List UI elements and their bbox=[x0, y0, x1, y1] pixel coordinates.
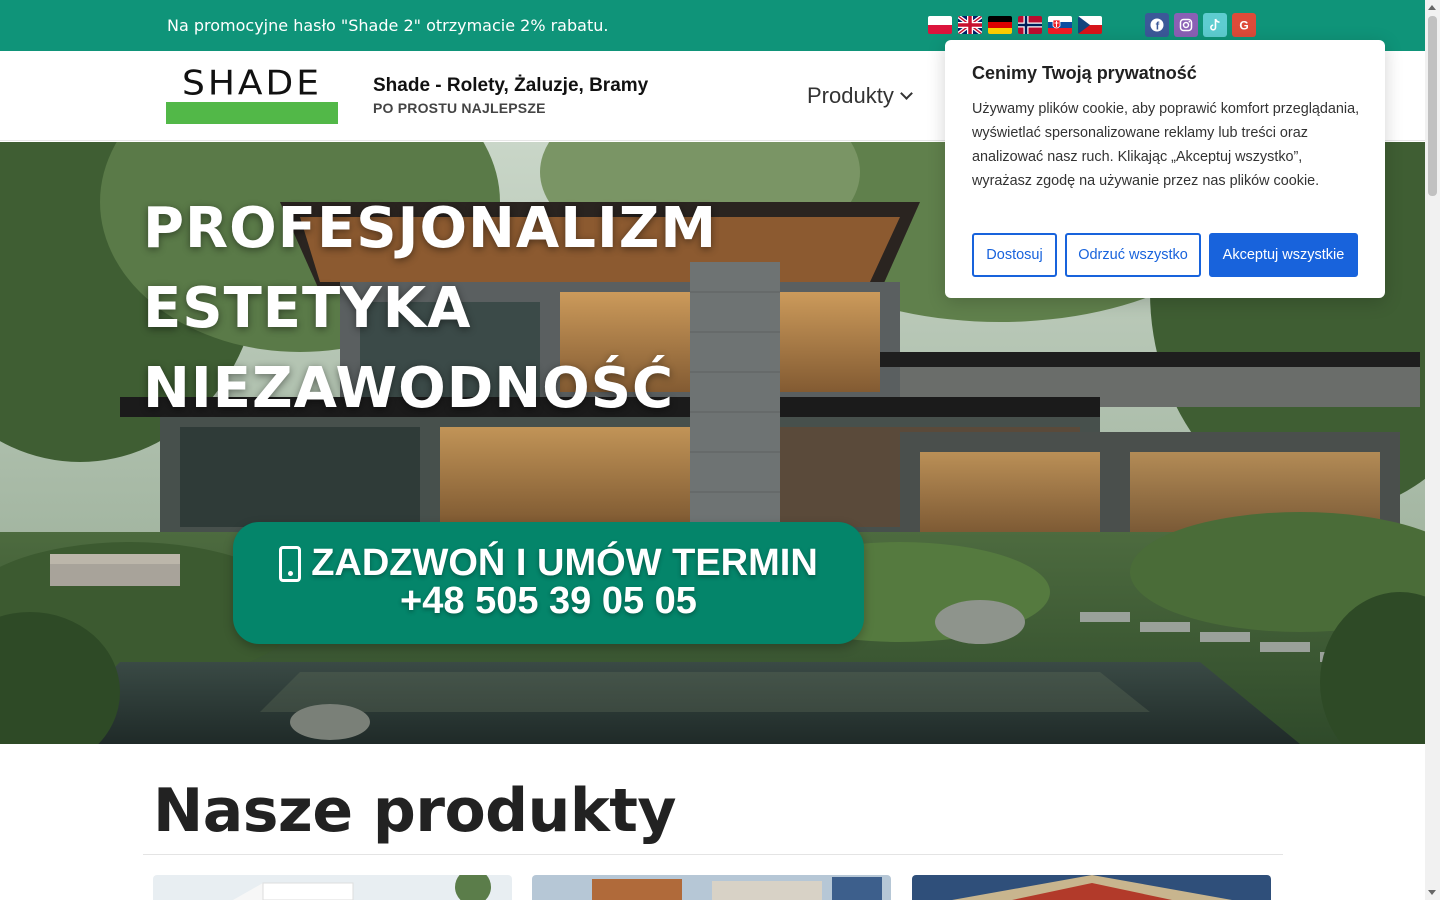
google-icon[interactable]: G bbox=[1232, 13, 1256, 37]
products-heading: Nasze produkty bbox=[153, 776, 677, 846]
cta-text: ZADZWOŃ I UMÓW TERMIN bbox=[311, 542, 818, 584]
svg-text:f: f bbox=[1156, 21, 1160, 33]
product-image-1 bbox=[153, 875, 512, 900]
facebook-icon[interactable]: f bbox=[1145, 13, 1169, 37]
cookie-consent-dialog: Cenimy Twoją prywatność Używamy plików c… bbox=[945, 40, 1385, 298]
chevron-down-icon bbox=[899, 87, 913, 100]
flag-no-icon[interactable] bbox=[1018, 16, 1042, 34]
cookie-reject-all-button[interactable]: Odrzuć wszystko bbox=[1065, 233, 1201, 277]
logo-green-bar bbox=[166, 102, 338, 124]
flag-gb-icon[interactable] bbox=[958, 16, 982, 34]
product-card-2[interactable] bbox=[532, 875, 891, 900]
scrollbar-thumb[interactable] bbox=[1428, 16, 1437, 196]
cookie-title: Cenimy Twoją prywatność bbox=[972, 63, 1197, 83]
nav-produkty-label: Produkty bbox=[807, 83, 894, 108]
section-divider bbox=[143, 854, 1283, 855]
cookie-customize-button[interactable]: Dostosuj bbox=[972, 233, 1057, 277]
social-links: f G bbox=[1145, 13, 1256, 37]
product-image-2 bbox=[532, 875, 891, 900]
call-to-book-button[interactable]: ZADZWOŃ I UMÓW TERMIN +48 505 39 05 05 bbox=[233, 522, 864, 644]
instagram-icon[interactable] bbox=[1174, 13, 1198, 37]
cta-line-1: ZADZWOŃ I UMÓW TERMIN bbox=[233, 542, 864, 585]
scroll-up-arrow-icon[interactable] bbox=[1428, 5, 1436, 10]
mobile-phone-icon bbox=[279, 545, 302, 582]
shade-logo[interactable]: SHADE bbox=[165, 64, 339, 125]
svg-text:G: G bbox=[1239, 19, 1248, 33]
hero-headline-1: PROFESJONALIZM bbox=[143, 196, 718, 261]
cookie-accept-all-button[interactable]: Akceptuj wszystkie bbox=[1209, 233, 1358, 277]
flag-cz-icon[interactable] bbox=[1078, 16, 1102, 34]
cta-phone-number: +48 505 39 05 05 bbox=[400, 580, 697, 622]
tiktok-icon[interactable] bbox=[1203, 13, 1227, 37]
logo-wordmark: SHADE bbox=[181, 64, 322, 103]
promo-text: Na promocyjne hasło "Shade 2" otrzymacie… bbox=[167, 16, 609, 35]
hero-headline-2: ESTETYKA bbox=[143, 276, 472, 341]
flag-pl-icon[interactable] bbox=[928, 16, 952, 34]
hero-headline-3: NIEZAWODNOŚĆ bbox=[143, 356, 675, 421]
flag-de-icon[interactable] bbox=[988, 16, 1012, 34]
scroll-down-arrow-icon[interactable] bbox=[1428, 890, 1436, 895]
product-card-1[interactable] bbox=[153, 875, 512, 900]
site-tagline: PO PROSTU NAJLEPSZE bbox=[373, 100, 546, 116]
cookie-description: Używamy plików cookie, aby poprawić komf… bbox=[972, 101, 1360, 189]
flag-sk-icon[interactable] bbox=[1048, 16, 1072, 34]
page-scrollbar[interactable] bbox=[1425, 0, 1440, 900]
product-card-3[interactable] bbox=[912, 875, 1271, 900]
nav-produkty-menu[interactable]: Produkty bbox=[807, 83, 913, 109]
site-title[interactable]: Shade - Rolety, Żaluzje, Bramy bbox=[373, 75, 648, 97]
language-flags bbox=[928, 16, 1102, 34]
product-image-3 bbox=[912, 875, 1271, 900]
